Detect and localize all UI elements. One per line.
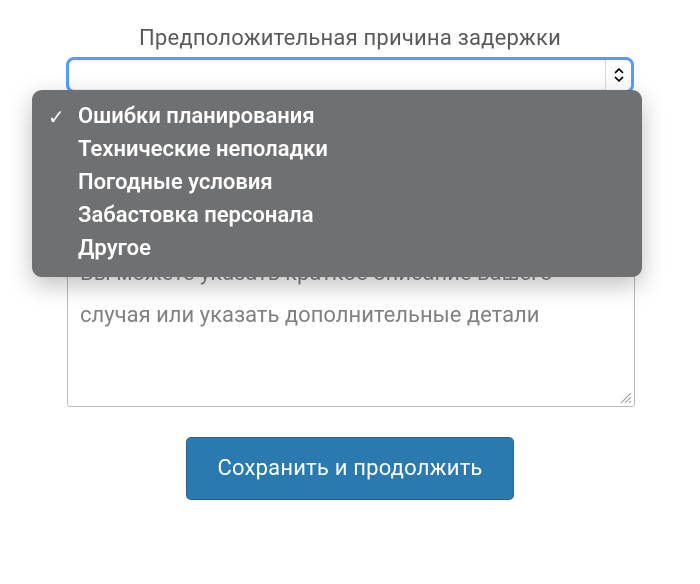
submit-button[interactable]: Сохранить и продолжить — [186, 437, 514, 500]
reason-option[interactable]: Технические неполадки — [32, 133, 642, 166]
submit-button-label: Сохранить и продолжить — [217, 456, 482, 481]
reason-option[interactable]: Погодные условия — [32, 166, 642, 199]
option-label: Забастовка персонала — [78, 203, 624, 228]
check-icon — [48, 105, 78, 129]
reason-select-wrap — [66, 57, 634, 93]
reason-option[interactable]: Забастовка персонала — [32, 199, 642, 232]
reason-select[interactable] — [66, 57, 634, 93]
form-container: Предположительная причина задержки Ошибк… — [0, 0, 700, 584]
option-label: Другое — [78, 236, 624, 261]
option-label: Погодные условия — [78, 170, 624, 195]
reason-dropdown: Ошибки планирования Технические неполадк… — [32, 90, 642, 277]
reason-field-label: Предположительная причина задержки — [0, 26, 700, 51]
resize-grip-icon[interactable] — [618, 390, 632, 404]
select-arrows-icon — [605, 60, 631, 90]
option-label: Ошибки планирования — [78, 104, 624, 129]
reason-option[interactable]: Ошибки планирования — [32, 100, 642, 133]
option-label: Технические неполадки — [78, 137, 624, 162]
reason-option[interactable]: Другое — [32, 232, 642, 265]
reason-select-value — [69, 60, 605, 90]
